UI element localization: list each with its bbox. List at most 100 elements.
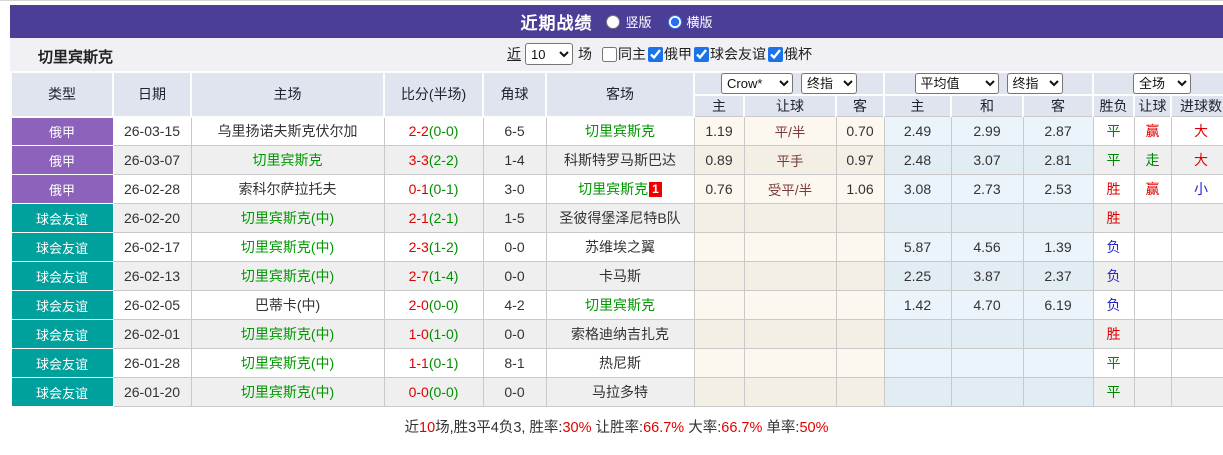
avg-draw-cell <box>950 319 1024 349</box>
filter-checkbox[interactable] <box>768 46 783 62</box>
recent-link[interactable]: 近 <box>507 44 521 64</box>
odds-home-cell: 0.89 <box>693 145 745 175</box>
footer-stat-segment: 单率: <box>762 420 800 436</box>
vertical-radio-input[interactable] <box>606 14 621 29</box>
horizontal-radio-input[interactable] <box>667 14 682 29</box>
home-team[interactable]: 切里宾斯克(中) <box>190 319 385 349</box>
halftime-score: (0-0) <box>428 297 459 313</box>
avg-time-select[interactable]: 终指 <box>1006 73 1063 94</box>
away-team[interactable]: 马拉多特 <box>545 377 695 407</box>
home-team[interactable]: 切里宾斯克(中) <box>190 232 385 262</box>
table-row: 球会友谊 26-02-20 切里宾斯克(中) 2-1(2-1) 1-5 圣彼得堡… <box>10 203 1223 233</box>
sub-header-result: 胜负 <box>1092 94 1135 117</box>
away-team[interactable]: 切里宾斯克 <box>545 290 695 320</box>
result-cell: 胜 <box>1092 203 1135 233</box>
avg-draw-cell: 2.99 <box>950 116 1024 146</box>
filter-label: 球会友谊 <box>710 46 766 62</box>
footer-stat-segment: 让胜率: <box>591 420 644 436</box>
avg-home-cell <box>883 203 952 233</box>
away-team[interactable]: 苏维埃之翼 <box>545 232 695 262</box>
score-cell: 0-0(0-0) <box>383 377 484 407</box>
competition-filter[interactable]: 球会友谊 <box>692 44 766 64</box>
away-team[interactable]: 卡马斯 <box>545 261 695 291</box>
avg-home-cell: 2.25 <box>883 261 952 291</box>
filter-checkbox[interactable] <box>648 46 663 62</box>
odds-handicap-cell: 平手 <box>743 145 837 175</box>
away-team[interactable]: 圣彼得堡泽尼特B队 <box>545 203 695 233</box>
odds-away-cell <box>835 203 885 233</box>
handicap-result-cell <box>1133 377 1172 407</box>
result-cell: 平 <box>1092 377 1135 407</box>
away-team[interactable]: 切里宾斯克 1 <box>545 174 695 204</box>
home-team[interactable]: 乌里扬诺夫斯克伏尔加 <box>190 116 385 146</box>
avg-group-header: 平均值 终指 <box>883 71 1094 96</box>
away-team-name: 热尼斯 <box>599 355 641 371</box>
footer-stat-segment: 66.7% <box>721 420 763 436</box>
odds-home-cell <box>693 348 745 378</box>
away-team[interactable]: 科斯特罗马斯巴达 <box>545 145 695 175</box>
goals-result-cell <box>1170 348 1223 378</box>
competition-filter[interactable]: 俄杯 <box>766 44 812 64</box>
match-type-cell: 俄甲 <box>10 145 114 175</box>
avg-source-select[interactable]: 平均值 <box>914 73 999 94</box>
handicap-result-cell <box>1133 319 1172 349</box>
match-type-cell: 球会友谊 <box>10 261 114 291</box>
table-row: 俄甲 26-03-07 切里宾斯克 3-3(2-2) 1-4 科斯特罗马斯巴达 … <box>10 145 1223 175</box>
away-team-name: 科斯特罗马斯巴达 <box>564 152 676 168</box>
table-row: 球会友谊 26-01-28 切里宾斯克(中) 1-1(0-1) 8-1 热尼斯 … <box>10 348 1223 378</box>
corner-cell: 0-0 <box>482 232 547 262</box>
fulltime-score: 3-3 <box>408 152 429 168</box>
home-team[interactable]: 切里宾斯克(中) <box>190 203 385 233</box>
home-team[interactable]: 切里宾斯克(中) <box>190 377 385 407</box>
layout-radio-horizontal[interactable]: 横版 <box>667 12 713 31</box>
halftime-score: (0-1) <box>428 355 459 371</box>
away-team[interactable]: 索格迪纳吉扎克 <box>545 319 695 349</box>
odds-away-cell <box>835 232 885 262</box>
home-team[interactable]: 切里宾斯克(中) <box>190 348 385 378</box>
team-name: 切里宾斯克 <box>38 49 114 66</box>
avg-draw-cell: 4.56 <box>950 232 1024 262</box>
competition-filter[interactable]: 同主 <box>600 44 646 64</box>
match-date: 26-02-05 <box>112 290 192 320</box>
goals-result-cell <box>1170 319 1223 349</box>
filter-checkbox[interactable] <box>694 46 709 62</box>
odds-away-cell <box>835 377 885 407</box>
competition-filter[interactable]: 俄甲 <box>646 44 692 64</box>
home-team[interactable]: 切里宾斯克(中) <box>190 261 385 291</box>
home-team[interactable]: 切里宾斯克 <box>190 145 385 175</box>
away-team-name: 切里宾斯克 <box>585 123 655 140</box>
home-team[interactable]: 索科尔萨拉托夫 <box>190 174 385 204</box>
odds-source-select[interactable]: Crow* <box>721 73 793 94</box>
match-type-cell: 球会友谊 <box>10 348 114 378</box>
match-type-cell: 球会友谊 <box>10 319 114 349</box>
odds-home-cell <box>693 290 745 320</box>
odds-home-cell <box>693 319 745 349</box>
result-cell: 平 <box>1092 348 1135 378</box>
halftime-score: (2-1) <box>428 210 459 226</box>
scope-select[interactable]: 全场 <box>1133 73 1191 94</box>
avg-home-cell: 2.49 <box>883 116 952 146</box>
handicap-result-cell <box>1133 203 1172 233</box>
match-count-select[interactable]: 10 <box>525 43 573 65</box>
layout-radio-vertical[interactable]: 竖版 <box>606 12 652 31</box>
halftime-score: (0-0) <box>428 384 459 400</box>
odds-time-select[interactable]: 终指 <box>801 73 857 94</box>
col-header-type: 类型 <box>10 71 114 118</box>
home-team[interactable]: 巴蒂卡(中) <box>190 290 385 320</box>
corner-cell: 0-0 <box>482 319 547 349</box>
handicap-result-cell <box>1133 261 1172 291</box>
score-cell: 1-0(1-0) <box>383 319 484 349</box>
col-header-home: 主场 <box>190 71 385 118</box>
away-team[interactable]: 热尼斯 <box>545 348 695 378</box>
away-team[interactable]: 切里宾斯克 <box>545 116 695 146</box>
avg-home-cell: 1.42 <box>883 290 952 320</box>
table-row: 球会友谊 26-01-20 切里宾斯克(中) 0-0(0-0) 0-0 马拉多特… <box>10 377 1223 407</box>
odds-handicap-cell <box>743 290 837 320</box>
odds-home-cell <box>693 203 745 233</box>
table-row: 俄甲 26-02-28 索科尔萨拉托夫 0-1(0-1) 3-0 切里宾斯克 1 … <box>10 174 1223 204</box>
halftime-score: (0-0) <box>428 123 459 140</box>
filter-checkbox[interactable] <box>602 46 617 62</box>
avg-away-cell: 6.19 <box>1022 290 1094 320</box>
match-date: 26-03-15 <box>112 116 192 146</box>
score-cell: 1-1(0-1) <box>383 348 484 378</box>
